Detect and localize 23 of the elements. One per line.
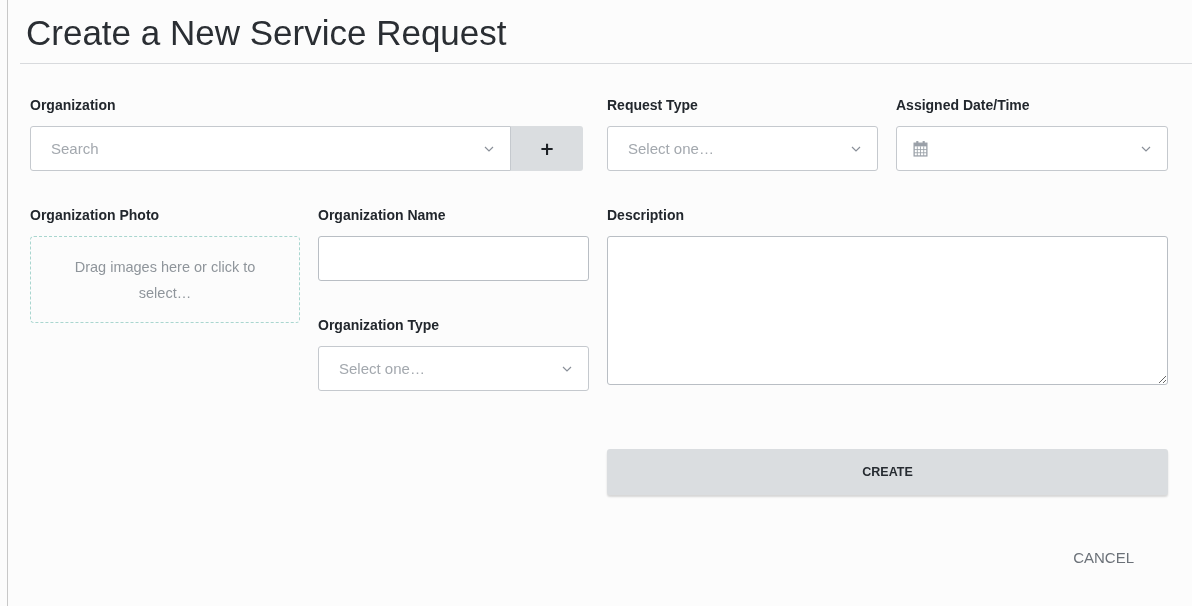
chevron-down-icon — [562, 365, 572, 372]
input-field[interactable] — [318, 236, 589, 281]
add-button[interactable]: + — [511, 126, 583, 171]
field-label: Organization Name — [318, 207, 446, 224]
date-time-field[interactable] — [896, 126, 1168, 171]
field-label: Organization — [30, 97, 116, 114]
field-label: Request Type — [607, 97, 698, 114]
chevron-down-icon — [484, 145, 494, 152]
request-type-select[interactable]: Select one… — [607, 126, 878, 171]
field-label: Organization Photo — [30, 207, 160, 224]
field-label: Organization Type — [318, 317, 440, 334]
page-title: Create a New Service Request — [26, 12, 508, 54]
chevron-down-icon — [851, 145, 861, 152]
organization-search-field[interactable]: Search — [30, 126, 511, 171]
image-drop-zone[interactable]: Drag images here or click to select… — [30, 236, 300, 323]
field-label: Assigned Date/Time — [896, 97, 1030, 114]
create-button[interactable]: CREATE — [607, 449, 1168, 495]
chevron-down-icon — [1141, 145, 1151, 152]
calendar-icon — [913, 140, 928, 157]
cancel-button[interactable]: CANCEL — [1057, 541, 1150, 574]
field-label: Description — [607, 207, 684, 224]
description-field[interactable] — [607, 236, 1168, 385]
organization-type-select[interactable]: Select one… — [318, 346, 589, 391]
